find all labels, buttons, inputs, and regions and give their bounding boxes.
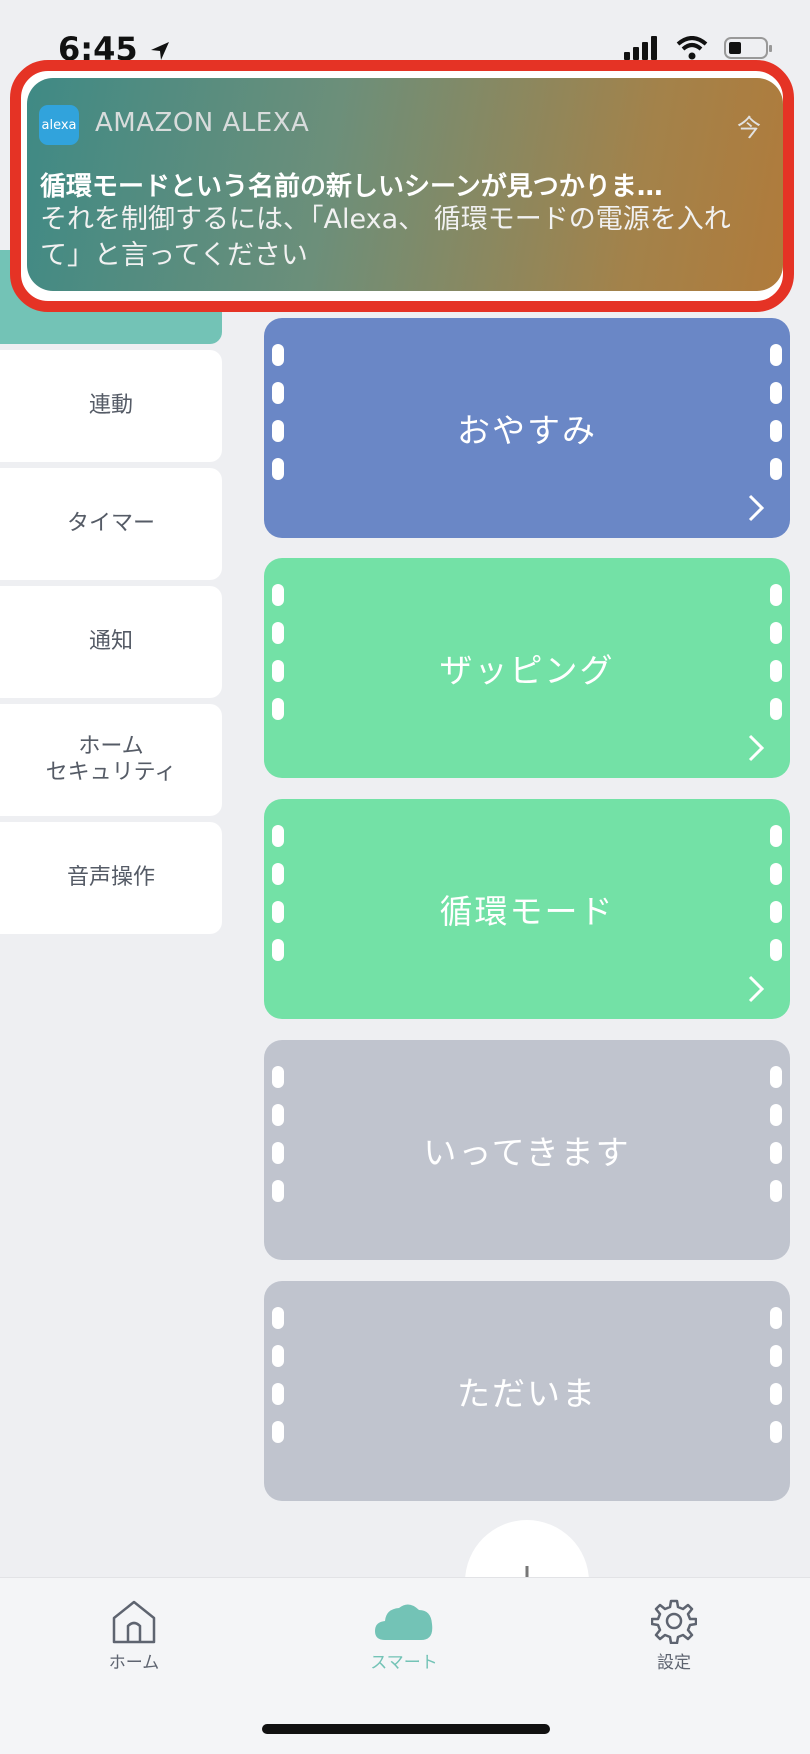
side-menu-item-timer[interactable]: タイマー	[0, 468, 222, 580]
tab-settings[interactable]: 設定	[594, 1598, 754, 1673]
scene-card-oyasumi[interactable]: おやすみ	[264, 318, 790, 538]
chevron-right-icon[interactable]	[740, 488, 772, 528]
tab-home[interactable]: ホーム	[54, 1598, 214, 1673]
location-arrow-icon	[150, 42, 169, 60]
scene-card-label: おやすみ	[457, 411, 597, 450]
card-perforation-left	[272, 344, 284, 480]
side-menu-item-voice-control[interactable]: 音声操作	[0, 822, 222, 934]
scene-card-label: 循環モード	[439, 892, 615, 931]
notification-banner[interactable]: alexa AMAZON ALEXA 今 循環モードという名前の新しいシーンが見…	[27, 78, 783, 291]
card-perforation-left	[272, 1307, 284, 1443]
notification-body: それを制御するには、「Alexa、 循環モードの電源を入れて」と言ってください	[40, 204, 731, 271]
status-icons	[624, 36, 774, 60]
side-menu-item-label: ホーム セキュリティ	[45, 734, 177, 785]
scene-card-label: ただいま	[457, 1374, 597, 1413]
house-icon	[112, 1600, 156, 1644]
card-perforation-right	[770, 344, 782, 480]
card-perforation-left	[272, 584, 284, 720]
side-menu-item-label: 通知	[88, 629, 133, 654]
side-menu-item-linkage[interactable]: 連動	[0, 350, 222, 462]
alexa-app-icon: alexa	[39, 105, 79, 145]
scene-card-tadaima[interactable]: ただいま	[264, 1281, 790, 1501]
alexa-app-icon-text: alexa	[41, 117, 77, 133]
cellular-signal-icon	[624, 36, 657, 60]
card-perforation-left	[272, 825, 284, 961]
card-perforation-left	[272, 1066, 284, 1202]
scene-card-ittekimasu[interactable]: いってきます	[264, 1040, 790, 1260]
notification-time: 今	[737, 114, 761, 142]
side-menu-item-label: 連動	[88, 393, 133, 418]
side-menu-item-label: 音声操作	[66, 865, 155, 890]
scene-card-cycle-mode[interactable]: 循環モード	[264, 799, 790, 1019]
card-perforation-right	[770, 1307, 782, 1443]
cloud-icon	[375, 1604, 433, 1640]
scene-card-label: いってきます	[423, 1133, 631, 1172]
notification-app-name: AMAZON ALEXA	[95, 108, 310, 138]
card-perforation-right	[770, 825, 782, 961]
tab-label: スマート	[370, 1653, 438, 1673]
side-menu-item-notification[interactable]: 通知	[0, 586, 222, 698]
wifi-icon	[676, 36, 708, 60]
chevron-right-icon[interactable]	[740, 969, 772, 1009]
tab-label: 設定	[657, 1653, 691, 1673]
tab-smart[interactable]: スマート	[324, 1598, 484, 1673]
side-menu-item-home-security[interactable]: ホーム セキュリティ	[0, 704, 222, 816]
card-perforation-right	[770, 1066, 782, 1202]
home-indicator	[262, 1724, 550, 1734]
notification-title: 循環モードという名前の新しいシーンが見つかりま…	[40, 172, 663, 202]
scene-card-zapping[interactable]: ザッピング	[264, 558, 790, 778]
card-perforation-right	[770, 584, 782, 720]
tab-label: ホーム	[108, 1653, 160, 1673]
scene-card-label: ザッピング	[439, 651, 615, 690]
gear-icon	[651, 1599, 697, 1644]
chevron-right-icon[interactable]	[740, 728, 772, 768]
side-menu-item-label: タイマー	[66, 511, 155, 536]
battery-icon	[724, 37, 772, 59]
